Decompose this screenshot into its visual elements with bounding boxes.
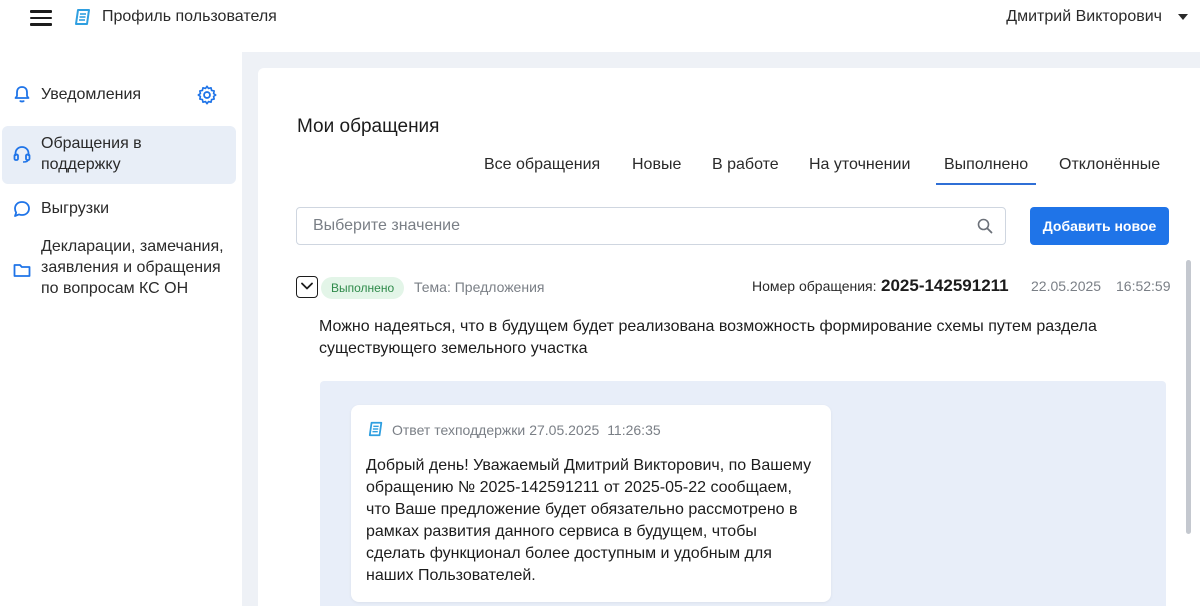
sidebar-item-support[interactable]: Обращения в поддержку: [2, 126, 236, 184]
ticket-number-label: Номер обращения:: [752, 278, 877, 294]
reply-meta: Ответ техподдержки 27.05.2025 11:26:35: [392, 422, 665, 438]
tabs: Все обращения Новые В работе На уточнени…: [258, 156, 1200, 186]
ticket-topic: Тема: Предложения: [414, 279, 545, 295]
app-title: Профиль пользователя: [102, 8, 277, 25]
tab-all[interactable]: Все обращения: [484, 156, 600, 174]
search-box: [296, 207, 1006, 245]
ticket-text: Можно надеяться, что в будущем будет реа…: [319, 318, 1097, 357]
ticket-number: 2025-142591211: [881, 276, 1009, 295]
logo-icon: [368, 421, 383, 437]
tab-in-progress[interactable]: В работе: [712, 156, 779, 174]
sidebar-item-label: Выгрузки: [41, 200, 109, 217]
tab-new[interactable]: Новые: [632, 156, 681, 174]
reply-time: 11:26:35: [607, 422, 661, 438]
scrollbar[interactable]: [1186, 260, 1191, 534]
ticket-date: 22.05.2025: [1031, 278, 1102, 294]
sidebar-item-label: Обращения в поддержку: [41, 135, 142, 173]
sidebar: Уведомления Обращения в поддержку Выгруз…: [0, 52, 242, 606]
tab-completed[interactable]: Выполнено: [935, 156, 1037, 185]
bell-icon: [14, 86, 30, 103]
headset-icon: [13, 146, 31, 163]
chevron-down-icon: [301, 282, 313, 290]
sidebar-item-label: Декларации, замечания, заявления и обращ…: [41, 238, 224, 297]
main-content: Мои обращения Все обращения Новые В рабо…: [258, 68, 1200, 606]
chevron-down-icon[interactable]: [1178, 14, 1188, 20]
search-input[interactable]: [297, 208, 957, 244]
chat-bubble-icon: [14, 201, 30, 217]
ticket-time: 16:52:59: [1116, 278, 1171, 294]
folder-icon: [13, 264, 31, 277]
user-menu[interactable]: Дмитрий Викторович: [1006, 8, 1162, 26]
reply-area: Ответ техподдержки 27.05.2025 11:26:35 До…: [320, 381, 1166, 606]
logo-icon: [75, 9, 90, 25]
expand-toggle[interactable]: [296, 276, 318, 298]
support-reply-card: Ответ техподдержки 27.05.2025 11:26:35 До…: [351, 405, 831, 602]
reply-text: Добрый день! Уважаемый Дмитрий Викторови…: [366, 457, 812, 584]
sidebar-item-label: Уведомления: [41, 86, 142, 103]
sidebar-item-exports[interactable]: Выгрузки: [2, 194, 236, 224]
top-header: Профиль пользователя Дмитрий Викторович: [0, 0, 1200, 52]
sidebar-item-declarations[interactable]: Декларации, замечания, заявления и обращ…: [2, 236, 236, 304]
reply-date: 27.05.2025: [529, 422, 600, 438]
search-icon[interactable]: [977, 218, 993, 234]
add-new-button[interactable]: Добавить новое: [1030, 207, 1169, 245]
gear-icon[interactable]: [196, 84, 218, 106]
reply-author: Ответ техподдержки: [392, 422, 526, 438]
page-title: Мои обращения: [297, 116, 440, 137]
status-badge: Выполнено: [321, 277, 405, 299]
tab-rejected[interactable]: Отклонённые: [1059, 156, 1160, 174]
menu-icon[interactable]: [30, 10, 52, 26]
tab-clarification[interactable]: На уточнении: [809, 156, 910, 174]
